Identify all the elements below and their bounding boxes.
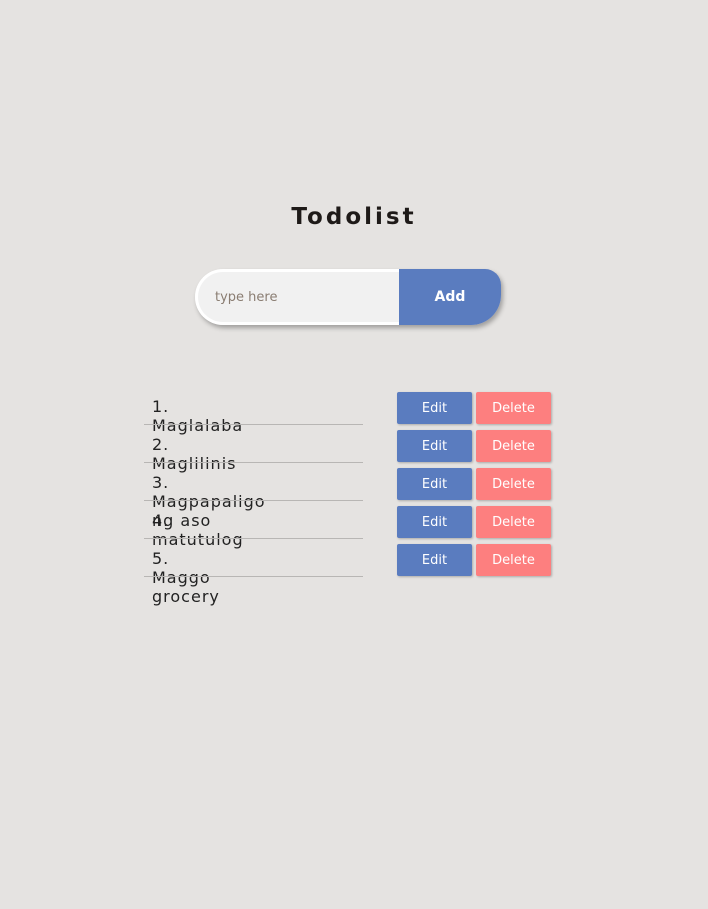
delete-button[interactable]: Delete bbox=[476, 430, 551, 462]
todo-input[interactable] bbox=[195, 269, 399, 325]
delete-button[interactable]: Delete bbox=[476, 544, 551, 576]
divider bbox=[144, 462, 363, 463]
divider bbox=[144, 424, 363, 425]
divider bbox=[144, 500, 363, 501]
add-button[interactable]: Add bbox=[399, 269, 501, 325]
edit-button[interactable]: Edit bbox=[397, 544, 472, 576]
divider bbox=[144, 538, 363, 539]
delete-button[interactable]: Delete bbox=[476, 392, 551, 424]
edit-button[interactable]: Edit bbox=[397, 468, 472, 500]
delete-button[interactable]: Delete bbox=[476, 506, 551, 538]
todo-text: 4. matutulog bbox=[152, 511, 244, 549]
todo-text: 2. Maglilinis bbox=[152, 435, 237, 473]
todo-text: 5. Maggo grocery bbox=[152, 549, 220, 606]
page-title: Todolist bbox=[291, 204, 417, 230]
edit-button[interactable]: Edit bbox=[397, 392, 472, 424]
add-todo-form: Add bbox=[195, 269, 501, 325]
edit-button[interactable]: Edit bbox=[397, 506, 472, 538]
divider bbox=[144, 576, 363, 577]
delete-button[interactable]: Delete bbox=[476, 468, 551, 500]
edit-button[interactable]: Edit bbox=[397, 430, 472, 462]
todo-text: 1. Maglalaba bbox=[152, 397, 244, 435]
